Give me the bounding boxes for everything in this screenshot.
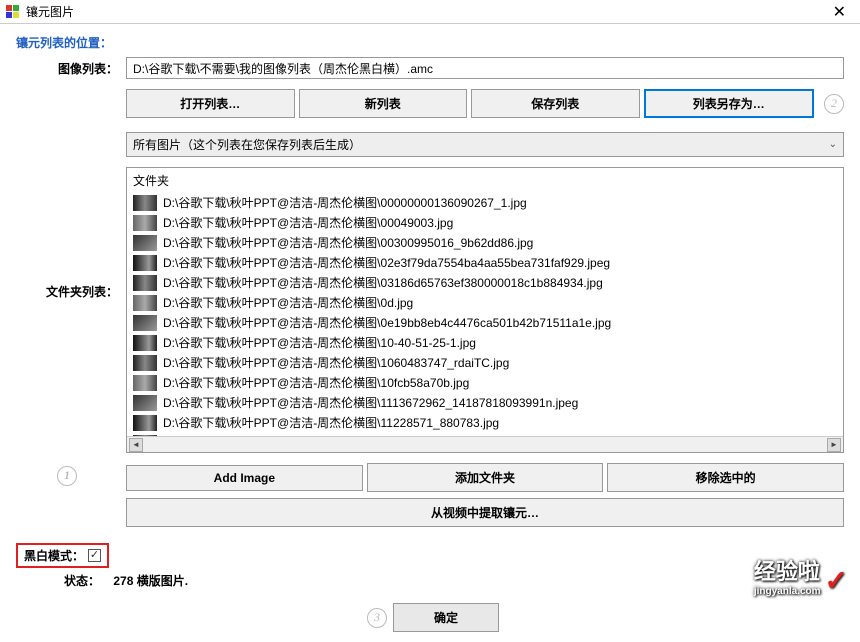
bw-mode-label: 黑白模式： [24,547,84,564]
new-list-button[interactable]: 新列表 [299,89,468,118]
open-list-button[interactable]: 打开列表… [126,89,295,118]
close-button[interactable]: ✕ [825,2,854,22]
scroll-left-icon[interactable]: ◄ [129,438,143,452]
thumbnail-icon [133,215,157,231]
chevron-down-icon: ⌄ [829,139,837,150]
step-3-badge: 3 [367,608,387,628]
dropdown-value: 所有图片（这个列表在您保存列表后生成） [133,136,361,153]
thumbnail-icon [133,235,157,251]
list-item[interactable]: D:\谷歌下载\秋叶PPT@洁洁-周杰伦横图\00300995016_9b62d… [127,233,843,253]
watermark: 经验啦 jingyanla.com ✓ [754,554,848,597]
list-item[interactable]: D:\谷歌下载\秋叶PPT@洁洁-周杰伦横图\1113672962_141878… [127,393,843,413]
app-icon [6,5,20,19]
thumbnail-icon [133,195,157,211]
list-item[interactable]: D:\谷歌下载\秋叶PPT@洁洁-周杰伦横图\00000000136090267… [127,193,843,213]
save-list-button[interactable]: 保存列表 [471,89,640,118]
image-list-input[interactable] [126,57,844,79]
step-1-badge: 1 [57,466,77,486]
add-image-button[interactable]: Add Image [126,465,363,491]
list-item[interactable]: D:\谷歌下载\秋叶PPT@洁洁-周杰伦横图\00049003.jpg [127,213,843,233]
step-2-badge: 2 [824,94,844,114]
thumbnail-icon [133,415,157,431]
status-value: 278 横版图片. [113,574,188,588]
scroll-right-icon[interactable]: ► [827,438,841,452]
list-item[interactable]: D:\谷歌下载\秋叶PPT@洁洁-周杰伦横图\03186d65763ef3800… [127,273,843,293]
file-list-scroll[interactable]: 文件夹 D:\谷歌下载\秋叶PPT@洁洁-周杰伦横图\0000000013609… [127,168,843,436]
status-label: 状态： [64,574,100,588]
save-as-button[interactable]: 列表另存为… [644,89,815,118]
thumbnail-icon [133,255,157,271]
add-folder-button[interactable]: 添加文件夹 [367,463,604,492]
list-item[interactable]: D:\谷歌下载\秋叶PPT@洁洁-周杰伦横图\11228571_880783.j… [127,413,843,433]
list-item[interactable]: D:\谷歌下载\秋叶PPT@洁洁-周杰伦横图\10fcb58a70b.jpg [127,373,843,393]
extract-from-video-button[interactable]: 从视频中提取镶元… [126,498,844,527]
thumbnail-icon [133,315,157,331]
thumbnail-icon [133,335,157,351]
folder-list-label: 文件夹列表： [16,163,126,300]
file-list: 文件夹 D:\谷歌下载\秋叶PPT@洁洁-周杰伦横图\0000000013609… [126,167,844,453]
bw-mode-highlight: 黑白模式： [16,543,109,568]
thumbnail-icon [133,375,157,391]
horizontal-scrollbar[interactable]: ◄ ► [127,436,843,452]
list-item[interactable]: D:\谷歌下载\秋叶PPT@洁洁-周杰伦横图\0e19bb8eb4c4476ca… [127,313,843,333]
list-item[interactable]: D:\谷歌下载\秋叶PPT@洁洁-周杰伦横图\02e3f79da7554ba4a… [127,253,843,273]
thumbnail-icon [133,395,157,411]
bw-mode-checkbox[interactable] [88,549,101,562]
remove-selected-button[interactable]: 移除选中的 [607,463,844,492]
all-images-dropdown[interactable]: 所有图片（这个列表在您保存列表后生成） ⌄ [126,132,844,157]
list-item[interactable]: D:\谷歌下载\秋叶PPT@洁洁-周杰伦横图\1060483747_rdaiTC… [127,353,843,373]
thumbnail-icon [133,275,157,291]
image-list-label: 图像列表： [16,60,126,77]
confirm-button[interactable]: 确定 [393,603,499,632]
list-item[interactable]: D:\谷歌下载\秋叶PPT@洁洁-周杰伦横图\10-40-51-25-1.jpg [127,333,843,353]
titlebar: 镶元图片 ✕ [0,0,860,24]
thumbnail-icon [133,355,157,371]
thumbnail-icon [133,295,157,311]
window-title: 镶元图片 [26,3,825,20]
list-item[interactable]: D:\谷歌下载\秋叶PPT@洁洁-周杰伦横图\0d.jpg [127,293,843,313]
check-icon: ✓ [825,564,848,597]
file-list-header: 文件夹 [127,168,843,193]
section-title: 镶元列表的位置： [16,34,844,51]
